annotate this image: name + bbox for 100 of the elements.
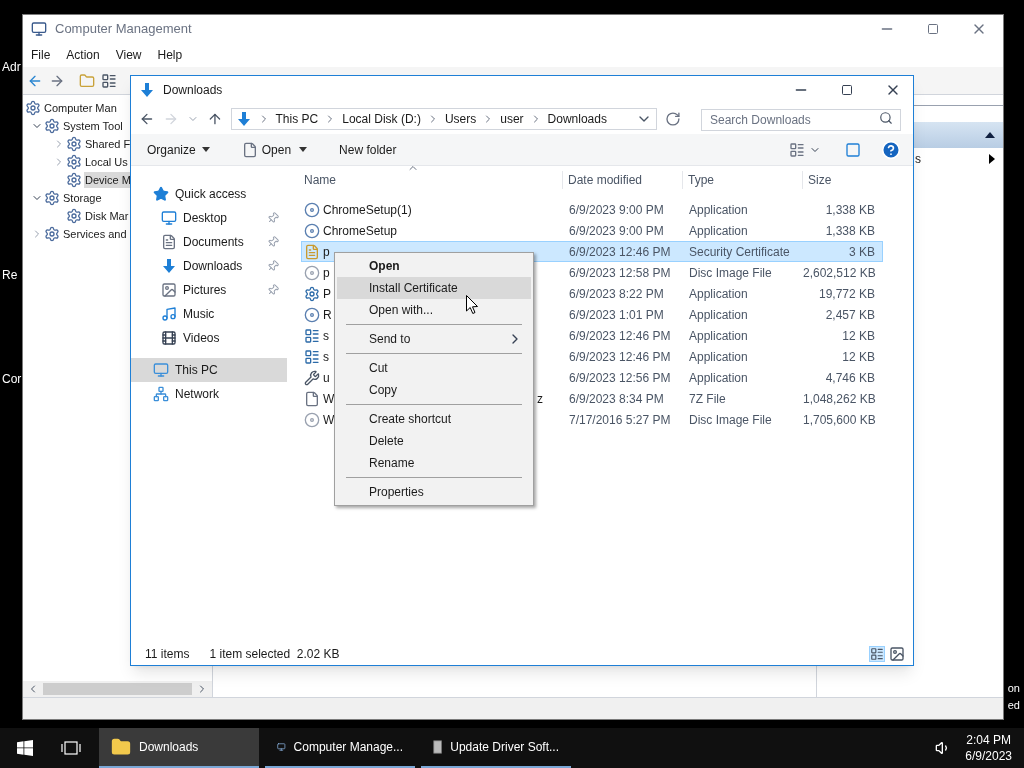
file-name[interactable]: p xyxy=(323,242,330,261)
breadcrumb-item[interactable]: This PC xyxy=(275,110,319,128)
menu-item[interactable]: Open with... xyxy=(337,299,531,321)
file-name[interactable]: s xyxy=(323,326,329,345)
wrench-icon xyxy=(304,369,320,386)
column-header[interactable]: Date modified xyxy=(562,171,682,189)
file-name[interactable]: W xyxy=(323,389,335,408)
horizontal-scrollbar[interactable] xyxy=(23,681,212,697)
file-name[interactable]: ChromeSetup(1) xyxy=(323,200,412,219)
scrollbar-thumb[interactable] xyxy=(43,683,192,695)
file-name[interactable]: s xyxy=(323,347,329,366)
tree-item[interactable]: Services and xyxy=(62,225,128,243)
tree-item[interactable]: Local Us xyxy=(84,153,129,171)
date-cell-text: 6/9/2023 12:46 PM xyxy=(568,348,672,366)
taskbar-button[interactable]: Downloads xyxy=(99,728,259,768)
menu-item[interactable]: Send to xyxy=(337,328,531,350)
nav-item[interactable]: Network xyxy=(131,382,287,406)
document-icon xyxy=(161,234,177,250)
menu-item[interactable]: Action xyxy=(66,46,100,64)
nav-item[interactable]: This PC xyxy=(131,358,287,382)
maximize-icon[interactable] xyxy=(841,84,853,96)
desktop-icon-label[interactable]: Re xyxy=(2,266,18,284)
file-name[interactable]: ChromeSetup xyxy=(323,221,398,240)
breadcrumb-item[interactable]: Downloads xyxy=(547,110,607,128)
preview-pane-icon[interactable] xyxy=(845,141,861,158)
app-icon xyxy=(31,21,47,37)
download-arrow-icon xyxy=(161,258,177,274)
type-cell-text: Disc Image File xyxy=(688,264,773,282)
tree-item[interactable]: System Tool xyxy=(62,117,124,135)
menu-item[interactable]: File xyxy=(31,46,51,64)
view-options-icon[interactable] xyxy=(789,141,805,158)
tree-item[interactable]: Device M xyxy=(84,171,132,189)
file-name[interactable]: u xyxy=(323,368,330,387)
breadcrumb-item[interactable]: user xyxy=(500,110,524,128)
file-name[interactable]: P xyxy=(323,284,331,303)
tree-item[interactable]: Storage xyxy=(62,189,103,207)
tree-item[interactable]: Computer Man xyxy=(43,99,118,117)
organize-button[interactable]: Organize xyxy=(147,140,210,159)
desktop-icon-label[interactable]: Adr xyxy=(2,58,21,76)
breadcrumb-item[interactable]: Local Disk (D:) xyxy=(342,110,421,128)
taskbar-button[interactable]: Update Driver Soft... xyxy=(421,728,571,768)
size-cell-text: 19,772 KB xyxy=(817,285,875,303)
desktop-icon-label[interactable]: Cor xyxy=(2,370,22,388)
dropdown-triangle-icon xyxy=(201,147,210,152)
type-cell-text: Disc Image File xyxy=(688,411,773,429)
tree-node-icon xyxy=(44,118,60,134)
tree-item[interactable]: Disk Mar xyxy=(84,207,130,225)
details-view-icon[interactable] xyxy=(869,646,885,662)
date-cell-text: 6/9/2023 8:22 PM xyxy=(568,285,665,303)
file-name[interactable]: R xyxy=(323,305,332,324)
mouse-cursor-icon xyxy=(466,295,478,314)
menu-item[interactable]: Copy xyxy=(337,379,531,401)
date-cell-text: 6/9/2023 12:46 PM xyxy=(568,243,672,261)
console-tree-icon[interactable] xyxy=(101,72,117,89)
column-header[interactable]: Size xyxy=(802,171,880,189)
tree-item[interactable]: Shared F xyxy=(84,135,132,153)
menu-item[interactable]: Create shortcut xyxy=(337,408,531,430)
menu-item[interactable]: Cut xyxy=(337,357,531,379)
nav-item[interactable]: Music xyxy=(131,302,287,326)
file-name[interactable]: p xyxy=(323,263,330,282)
column-header[interactable]: Name xyxy=(301,171,562,189)
type-cell-text: 7Z File xyxy=(688,390,727,408)
menu-item[interactable]: Delete xyxy=(337,430,531,452)
menu-item[interactable]: View xyxy=(115,46,142,64)
large-icons-view-icon[interactable] xyxy=(889,646,905,662)
collapse-triangle-icon[interactable] xyxy=(985,132,995,138)
nav-item[interactable]: Documents xyxy=(131,230,287,254)
help-icon[interactable] xyxy=(881,139,901,160)
submenu-triangle-icon[interactable] xyxy=(989,154,995,164)
new-folder-button[interactable]: New folder xyxy=(339,140,397,159)
nav-item[interactable]: Desktop xyxy=(131,206,287,230)
taskbar-button[interactable]: Computer Manage... xyxy=(265,728,415,768)
date-cell-text: 6/9/2023 8:34 PM xyxy=(568,390,665,408)
address-bar[interactable]: This PC Local Disk (D:) Users user Downloads xyxy=(230,108,658,130)
type-cell-text: Application xyxy=(688,369,749,387)
nav-item[interactable]: Videos xyxy=(131,326,287,350)
open-button[interactable]: Open xyxy=(261,140,308,159)
menu-item[interactable]: Help xyxy=(157,46,183,64)
refresh-icon[interactable] xyxy=(665,111,681,127)
clock[interactable]: 2:04 PM 6/9/2023 xyxy=(965,732,1012,764)
menu-item[interactable]: Rename xyxy=(337,452,531,474)
task-view-icon[interactable] xyxy=(61,741,81,755)
menu-item[interactable]: Install Certificate xyxy=(337,277,531,299)
column-header[interactable]: Type xyxy=(682,171,802,189)
search-field[interactable]: Search Downloads xyxy=(701,109,901,131)
item-count: 11 items xyxy=(145,646,190,663)
file-name[interactable]: W xyxy=(323,410,335,429)
breadcrumb-item[interactable]: Users xyxy=(444,110,477,128)
search-icon[interactable] xyxy=(879,111,893,125)
windows-logo-icon[interactable] xyxy=(17,740,33,756)
nav-item[interactable]: Quick access xyxy=(131,182,287,206)
window-icon xyxy=(304,348,320,365)
menu-item[interactable]: Properties xyxy=(337,481,531,503)
size-cell-text: 1,705,600 KB xyxy=(803,411,875,429)
back-icon[interactable] xyxy=(139,111,155,127)
nav-item[interactable]: Pictures xyxy=(131,278,287,302)
maximize-icon[interactable] xyxy=(927,23,939,35)
size-cell-text: 1,338 KB xyxy=(824,222,875,240)
nav-item[interactable]: Downloads xyxy=(131,254,287,278)
film-icon xyxy=(161,330,177,346)
